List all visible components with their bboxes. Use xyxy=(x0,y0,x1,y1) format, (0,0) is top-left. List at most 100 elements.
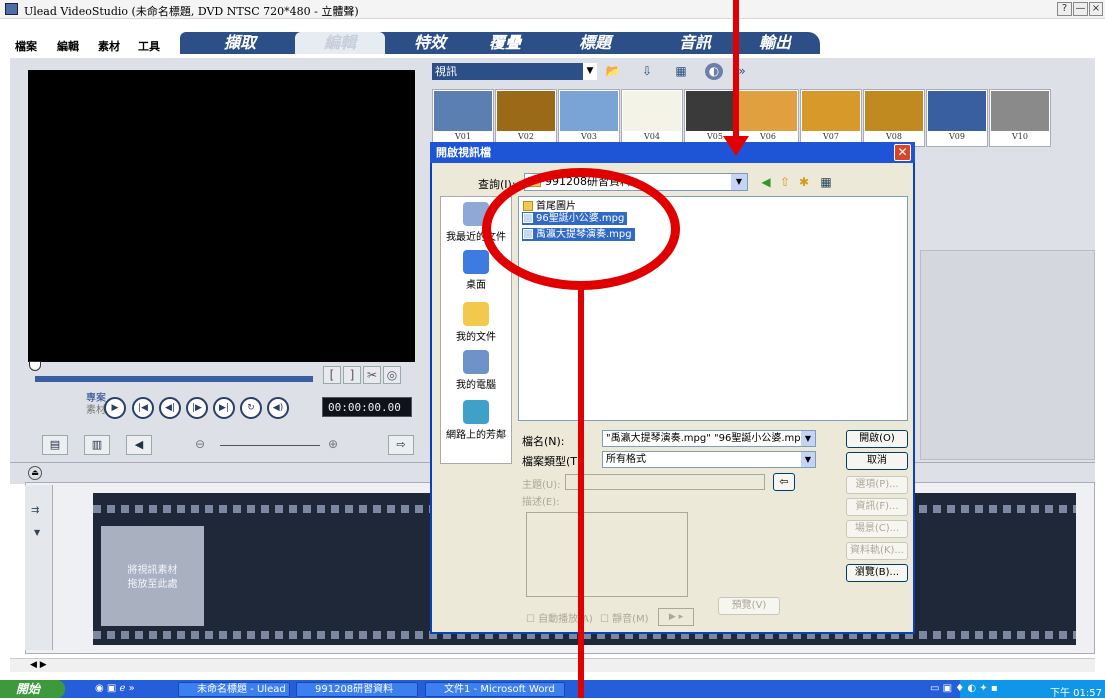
mark-in-button[interactable]: [ xyxy=(323,366,341,384)
minimize-button[interactable]: — xyxy=(1073,2,1088,16)
menu-clip[interactable]: 素材 xyxy=(98,38,120,54)
library-thumbnail[interactable]: V03 xyxy=(558,89,620,147)
view-menu-icon[interactable]: ▦ xyxy=(818,174,834,190)
audio-view-button[interactable]: ◀ xyxy=(126,435,152,455)
chevron-down-icon[interactable]: ▼ xyxy=(34,528,40,537)
back-icon[interactable]: ◀ xyxy=(758,174,774,190)
dialog-close-button[interactable]: ✕ xyxy=(894,144,911,161)
place-label: 網路上的芳鄰 xyxy=(446,430,506,441)
filename-value: "禹瀛大提琴演奏.mpg" "96聖誕小公婆.mpg" xyxy=(606,433,812,444)
browse-button[interactable]: 瀏覽(B)... xyxy=(846,564,908,582)
clip-info-button[interactable]: 資料軌(K)... xyxy=(846,542,908,560)
project-clip-toggle[interactable]: 專案 素材 xyxy=(86,393,106,417)
annotation-highlight-ellipse xyxy=(482,168,680,290)
timeline-view-button[interactable]: ▥ xyxy=(84,435,110,455)
tab-capture[interactable]: 擷取 xyxy=(195,32,285,54)
preview-button[interactable]: 預覽(V) xyxy=(718,597,780,615)
open-folder-icon[interactable]: 📂 xyxy=(604,63,622,80)
volume-button[interactable]: ◀) xyxy=(267,397,289,419)
help-button[interactable]: ? xyxy=(1057,2,1072,16)
taskbar-item[interactable]: 未命名標題 - Ulead ... xyxy=(178,682,290,697)
drop-zone[interactable]: 將視訊素材 拖放至此處 xyxy=(101,526,204,626)
insert-subject-button[interactable]: ⇦ xyxy=(773,473,795,491)
scroll-left-icon[interactable]: ◀ ▶ xyxy=(30,660,47,670)
place-my-documents[interactable]: 我的文件 xyxy=(440,302,512,343)
end-button[interactable]: ▶| xyxy=(213,397,235,419)
tab-audio[interactable]: 音訊 xyxy=(660,32,730,54)
start-button[interactable]: 開始 xyxy=(0,680,65,698)
tab-overlay[interactable]: 覆疊 xyxy=(470,32,540,54)
up-folder-icon[interactable]: ⇧ xyxy=(777,174,793,190)
clip-label: 素材 xyxy=(86,405,106,416)
play-preview-button[interactable]: ▶ ▸ xyxy=(658,608,694,626)
previous-frame-button[interactable]: ◀| xyxy=(159,397,181,419)
menu-edit[interactable]: 編輯 xyxy=(57,38,79,54)
timeline-side-controls: ⇉ ▼ xyxy=(25,485,53,650)
place-label: 我的電腦 xyxy=(456,380,496,391)
options-button[interactable]: 選項(P)... xyxy=(846,476,908,494)
scrub-bar[interactable] xyxy=(35,376,313,382)
timecode-display[interactable]: 00:00:00.00 xyxy=(322,397,412,417)
tab-share[interactable]: 輸出 xyxy=(740,32,810,54)
library-thumbnail[interactable]: V01 xyxy=(432,89,494,147)
filetype-select[interactable]: 所有格式 ▼ xyxy=(602,451,816,468)
import-icon[interactable]: ⇩ xyxy=(638,63,656,80)
close-button[interactable]: × xyxy=(1089,2,1103,16)
timeline-scrollbar[interactable]: ◀ ▶ xyxy=(10,658,1095,672)
repeat-button[interactable]: ↻ xyxy=(240,397,262,419)
snapshot-button[interactable]: ◎ xyxy=(383,366,401,384)
place-label: 我的文件 xyxy=(456,332,496,343)
open-button[interactable]: 開啟(O) xyxy=(846,430,908,448)
storyboard-view-button[interactable]: ▤ xyxy=(42,435,68,455)
new-folder-icon[interactable]: ✱ xyxy=(796,174,812,190)
next-frame-button[interactable]: |▶ xyxy=(186,397,208,419)
eject-icon[interactable]: ⏏ xyxy=(28,466,42,480)
tab-edit[interactable]: 編輯 xyxy=(295,32,385,54)
zoom-slider[interactable] xyxy=(220,445,320,446)
thumbnail-image xyxy=(865,91,923,131)
place-my-computer[interactable]: 我的電腦 xyxy=(440,350,512,391)
thumbnail-label: V04 xyxy=(644,132,660,141)
autoplay-label: 自動播放(A) xyxy=(538,614,593,625)
library-menu-icon[interactable]: ◐ xyxy=(705,63,723,80)
dialog-title: 開啟視訊檔 xyxy=(430,142,915,163)
track-manager-icon[interactable]: ⇉ xyxy=(31,505,39,516)
cut-clip-button[interactable]: ✂ xyxy=(363,366,381,384)
library-thumbnail[interactable]: V10 xyxy=(989,89,1051,147)
library-thumbnail[interactable]: V04 xyxy=(621,89,683,147)
library-thumbnail[interactable]: V09 xyxy=(926,89,988,147)
mark-out-button[interactable]: ] xyxy=(343,366,361,384)
mute-checkbox[interactable]: ☐ 靜音(M) xyxy=(600,610,649,625)
tab-effect[interactable]: 特效 xyxy=(395,32,465,54)
thumbnail-label: V07 xyxy=(823,132,839,141)
menu-tools[interactable]: 工具 xyxy=(138,38,160,54)
thumbnail-label: V08 xyxy=(886,132,902,141)
chevron-down-icon: ▼ xyxy=(731,174,747,190)
library-options-icon[interactable]: ▦ xyxy=(672,63,690,80)
zoom-in-icon[interactable]: ⊕ xyxy=(328,437,338,451)
place-network[interactable]: 網路上的芳鄰 xyxy=(440,400,512,441)
app-icon xyxy=(5,3,18,15)
taskbar-item[interactable]: 991208研習資料 xyxy=(296,682,418,697)
clock: 下午 01:57 xyxy=(1050,688,1102,699)
library-category-select[interactable]: 視訊 ▼ xyxy=(432,63,597,80)
home-button[interactable]: |◀ xyxy=(132,397,154,419)
tab-title[interactable]: 標題 xyxy=(560,32,630,54)
filename-input[interactable]: "禹瀛大提琴演奏.mpg" "96聖誕小公婆.mpg" ▼ xyxy=(602,430,816,447)
library-thumbnail[interactable]: V07 xyxy=(800,89,862,147)
play-button[interactable]: ▶ xyxy=(104,397,126,419)
scene-button[interactable]: 場景(C)... xyxy=(846,520,908,538)
cancel-button[interactable]: 取消 xyxy=(846,452,908,470)
zoom-out-icon[interactable]: ⊖ xyxy=(195,437,205,451)
library-thumbnail[interactable]: V02 xyxy=(495,89,557,147)
library-thumbnail[interactable]: V08 xyxy=(863,89,925,147)
info-button[interactable]: 資訊(F)... xyxy=(846,498,908,516)
subject-input[interactable] xyxy=(565,474,765,490)
menu-file[interactable]: 檔案 xyxy=(15,38,37,54)
quick-launch-icons[interactable]: ◉ ▣ ℯ » xyxy=(95,683,135,694)
fit-project-button[interactable]: ⇨ xyxy=(388,435,414,455)
description-box[interactable] xyxy=(526,512,688,597)
annotation-arrow-head xyxy=(723,136,749,156)
tray-icons[interactable]: ▭ ▣ ♦ ◐ ✦ ▪ xyxy=(930,683,998,694)
taskbar-item[interactable]: 文件1 - Microsoft Word xyxy=(425,682,565,697)
